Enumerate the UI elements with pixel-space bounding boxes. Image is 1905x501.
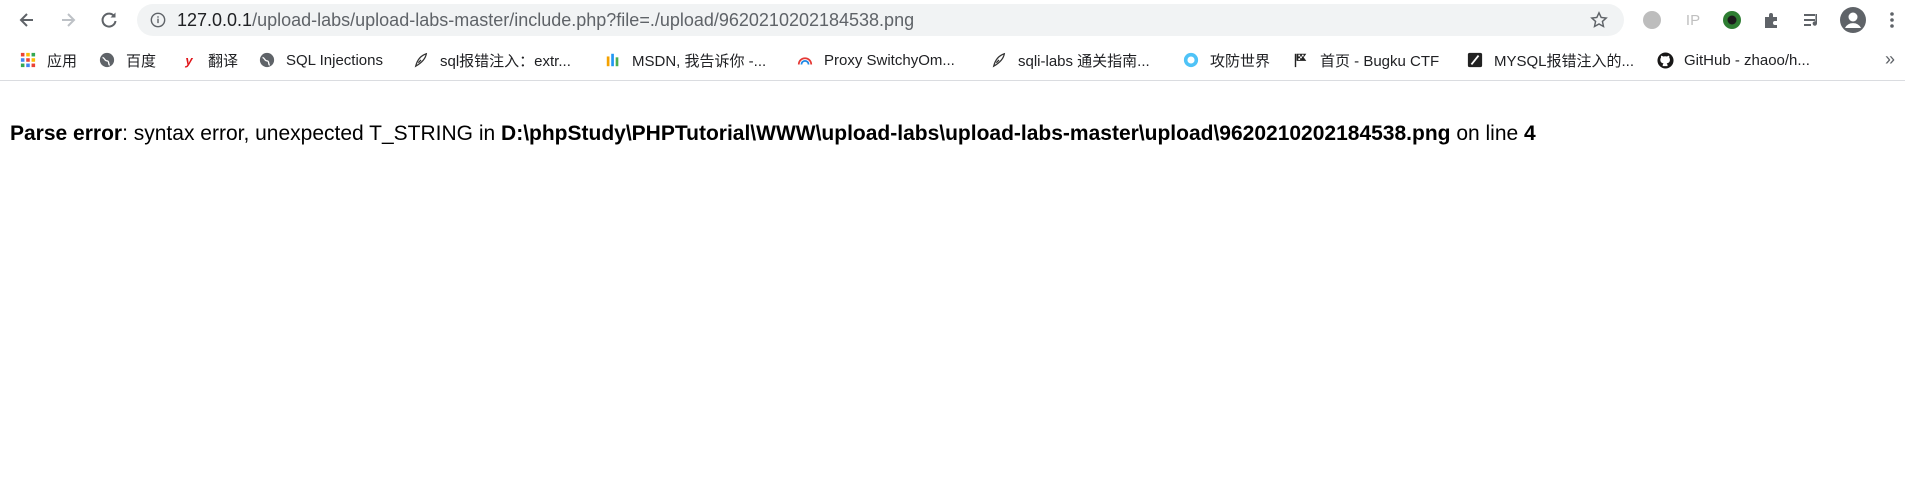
bookmark-translate[interactable]: y 翻译 — [180, 50, 238, 70]
bookmark-label: Proxy SwitchyOm... — [824, 51, 955, 69]
msdn-icon — [604, 51, 622, 69]
bookmark-label: MSDN, 我告诉你 -... — [632, 52, 767, 70]
browser-menu-icon[interactable] — [1880, 8, 1904, 32]
bookmark-sql-error-inject[interactable]: sql报错注入：extr... — [412, 50, 571, 70]
youdao-icon: y — [185, 52, 193, 68]
github-icon — [1656, 51, 1674, 69]
bookmark-bugku[interactable]: 首页 - Bugku CTF — [1292, 50, 1439, 70]
bookmark-label: SQL Injections — [286, 51, 383, 69]
feather-icon — [990, 51, 1008, 69]
bookmark-proxy-switchyomega[interactable]: Proxy SwitchyOm... — [796, 50, 955, 70]
bookmark-label: GitHub - zhaoo/h... — [1684, 51, 1810, 69]
bookmark-label: sql报错注入：extr... — [440, 52, 571, 70]
extension-green-icon[interactable] — [1720, 8, 1744, 32]
bookmark-label: MYSQL报错注入的... — [1494, 52, 1635, 70]
url-host: 127.0.0.1 — [177, 9, 253, 30]
adworld-icon — [1182, 51, 1200, 69]
bookmark-msdn[interactable]: MSDN, 我告诉你 -... — [604, 50, 766, 70]
reload-icon — [101, 12, 117, 28]
back-button[interactable] — [11, 4, 43, 36]
error-message: : syntax error, unexpected T_STRING in — [122, 122, 502, 145]
profile-avatar-icon[interactable] — [1839, 6, 1867, 34]
error-line-number: 4 — [1524, 122, 1536, 145]
url-text[interactable]: 127.0.0.1/upload-labs/upload-labs-master… — [177, 10, 914, 31]
feather-icon — [412, 51, 430, 69]
bookmark-github[interactable]: GitHub - zhaoo/h... — [1656, 50, 1810, 70]
browser-toolbar: 127.0.0.1/upload-labs/upload-labs-master… — [0, 0, 1905, 40]
zhihu-icon — [1466, 51, 1484, 69]
bookmark-mysql-error-inject[interactable]: MYSQL报错注入的... — [1466, 50, 1634, 70]
bookmark-label: 攻防世界 — [1210, 52, 1271, 70]
bookmark-star-icon[interactable] — [1590, 11, 1608, 29]
extensions-puzzle-icon[interactable] — [1760, 8, 1784, 32]
bookmark-label: 百度 — [126, 52, 157, 70]
globe-icon — [258, 51, 276, 69]
bookmark-adworld[interactable]: 攻防世界 — [1182, 50, 1270, 70]
url-path: /upload-labs/upload-labs-master/include.… — [252, 9, 915, 30]
bookmark-label: 翻译 — [208, 52, 239, 70]
bookmarks-bar: 应用 百度 y 翻译 SQL Injections sql报错注入：extr..… — [0, 40, 1905, 81]
flag-icon — [1292, 51, 1310, 69]
bookmark-label: 首页 - Bugku CTF — [1320, 52, 1440, 70]
bookmark-apps[interactable]: 应用 — [19, 50, 77, 70]
error-file-path: D:\phpStudy\PHPTutorial\WWW\upload-labs\… — [501, 122, 1451, 145]
reload-button[interactable] — [93, 4, 125, 36]
error-label: Parse error — [10, 122, 123, 145]
forward-arrow-icon — [62, 13, 76, 27]
bookmark-label: 应用 — [47, 52, 78, 70]
globe-icon — [98, 51, 116, 69]
rainbow-icon — [796, 51, 814, 69]
error-line-text: on line — [1450, 122, 1525, 145]
bookmarks-overflow-button[interactable]: » — [1885, 49, 1895, 70]
bookmark-baidu[interactable]: 百度 — [98, 50, 156, 70]
address-bar[interactable]: 127.0.0.1/upload-labs/upload-labs-master… — [137, 4, 1624, 36]
bookmark-label: sqli-labs 通关指南... — [1018, 52, 1150, 70]
bookmark-sqli-labs-guide[interactable]: sqli-labs 通关指南... — [990, 50, 1150, 70]
forward-button[interactable] — [52, 4, 84, 36]
back-arrow-icon — [19, 13, 33, 27]
media-control-icon[interactable] — [1800, 8, 1824, 32]
apps-grid-icon — [19, 51, 37, 69]
bookmark-sql-injections[interactable]: SQL Injections — [258, 50, 383, 70]
site-info-icon[interactable] — [149, 11, 167, 29]
php-error-message: Parse error: syntax error, unexpected T_… — [10, 122, 1536, 146]
extension-ip-label: IP — [1685, 11, 1701, 29]
extension-ip-icon[interactable]: IP — [1681, 8, 1705, 32]
extension-gray-circle-icon[interactable] — [1640, 8, 1664, 32]
